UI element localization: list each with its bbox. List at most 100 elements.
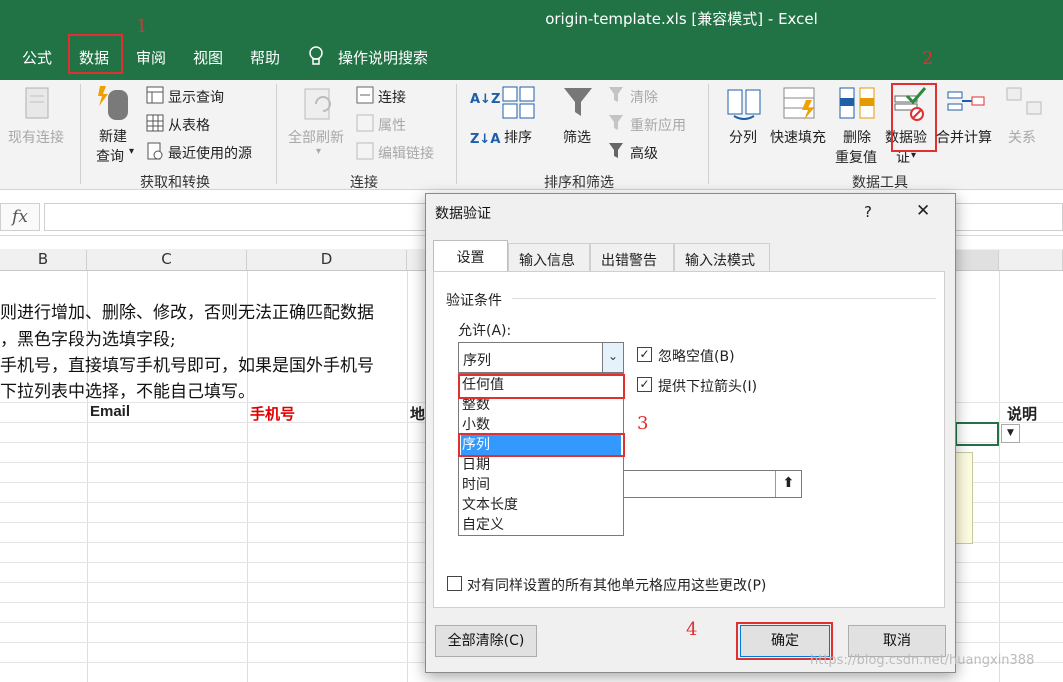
group-label-data-tools: 数据工具 bbox=[852, 175, 908, 191]
filter-icon bbox=[564, 88, 592, 116]
tell-me-search[interactable]: 操作说明搜索 bbox=[338, 47, 428, 68]
sort-za-icon[interactable]: Z↓A bbox=[470, 132, 500, 147]
annotation-3: 3 bbox=[637, 413, 649, 434]
refresh-all-button[interactable]: 全部刷新 bbox=[288, 127, 344, 147]
lightbulb-icon bbox=[309, 46, 323, 65]
annotation-4: 4 bbox=[686, 619, 698, 640]
instruction-line-4: 下拉列表中选择，不能自己填写。 bbox=[0, 382, 255, 402]
column-header-selected[interactable] bbox=[955, 250, 999, 270]
tab-review[interactable]: 审阅 bbox=[136, 47, 166, 68]
column-header-c[interactable]: C bbox=[87, 250, 247, 270]
list-item[interactable]: 自定义 bbox=[461, 515, 621, 535]
tab-error-alert[interactable]: 出错警告 bbox=[590, 243, 674, 271]
header-email[interactable]: Email bbox=[90, 403, 130, 420]
fx-icon[interactable]: fx bbox=[0, 203, 40, 231]
new-query-button[interactable]: 查询 bbox=[96, 146, 124, 166]
group-label-connections: 连接 bbox=[350, 175, 378, 191]
remove-duplicates-button[interactable]: 重复值 bbox=[835, 147, 877, 167]
filter-button[interactable]: 筛选 bbox=[563, 127, 591, 147]
annotation-2: 2 bbox=[922, 48, 934, 69]
tab-formulas[interactable]: 公式 bbox=[22, 47, 52, 68]
close-icon[interactable]: ✕ bbox=[916, 201, 930, 221]
clear-all-button[interactable]: 全部清除(C) bbox=[435, 625, 537, 657]
list-item[interactable]: 时间 bbox=[461, 475, 621, 495]
dropdown-arrow-label: 提供下拉箭头(I) bbox=[658, 379, 758, 395]
grid-line bbox=[999, 271, 1000, 682]
list-item[interactable]: 文本长度 bbox=[461, 495, 621, 515]
remove-duplicates-icon bbox=[839, 87, 875, 119]
list-item[interactable]: 小数 bbox=[461, 415, 621, 435]
clear-filter-icon bbox=[609, 87, 623, 102]
separator bbox=[80, 84, 81, 184]
grid-line bbox=[407, 271, 408, 682]
chevron-down-icon[interactable]: ⌄ bbox=[602, 343, 623, 372]
tab-settings[interactable]: 设置 bbox=[433, 240, 508, 272]
connections-icon bbox=[356, 86, 374, 104]
refresh-all-icon bbox=[304, 88, 331, 120]
grid-line bbox=[247, 271, 248, 682]
edit-links-button[interactable]: 编辑链接 bbox=[378, 143, 434, 163]
ignore-blank-label: 忽略空值(B) bbox=[658, 349, 735, 365]
grid-icon bbox=[146, 114, 164, 132]
header-phone[interactable]: 手机号 bbox=[250, 403, 295, 424]
properties-button[interactable]: 属性 bbox=[378, 115, 406, 135]
dropdown-arrow-checkbox[interactable]: ✓ bbox=[637, 377, 652, 392]
text-to-columns-button[interactable]: 分列 bbox=[729, 127, 757, 147]
header-address[interactable]: 地 bbox=[410, 403, 425, 424]
table-icon bbox=[146, 86, 164, 104]
cell-dropdown-icon[interactable]: ▼ bbox=[1001, 424, 1020, 443]
separator bbox=[456, 84, 457, 184]
advanced-button[interactable]: 高级 bbox=[630, 143, 658, 163]
consolidate-button[interactable]: 合并计算 bbox=[936, 127, 992, 147]
from-table-button[interactable]: 从表格 bbox=[168, 115, 210, 135]
tab-view[interactable]: 视图 bbox=[193, 47, 223, 68]
sort-dialog-icon bbox=[502, 86, 535, 119]
list-item[interactable]: 日期 bbox=[461, 455, 621, 475]
properties-icon bbox=[356, 114, 374, 132]
new-query-label: 新建 bbox=[99, 129, 127, 145]
flash-fill-button[interactable]: 快速填充 bbox=[770, 127, 826, 147]
annotation-1: 1 bbox=[136, 16, 148, 37]
chevron-down-icon: ▾ bbox=[316, 146, 322, 157]
edit-links-icon bbox=[356, 142, 374, 160]
group-label-get-transform: 获取和转换 bbox=[140, 175, 210, 191]
show-queries-button[interactable]: 显示查询 bbox=[168, 87, 224, 107]
tab-input-message[interactable]: 输入信息 bbox=[508, 243, 590, 271]
reapply-button[interactable]: 重新应用 bbox=[630, 115, 686, 135]
flash-fill-icon bbox=[783, 87, 815, 120]
instruction-line-2: ，黑色字段为选填字段; bbox=[0, 330, 176, 350]
sort-az-icon[interactable]: A↓Z bbox=[470, 92, 500, 107]
help-icon[interactable]: ? bbox=[864, 203, 872, 221]
clear-button[interactable]: 清除 bbox=[630, 87, 658, 107]
collapse-dialog-icon[interactable]: ⬆ bbox=[775, 471, 801, 497]
highlight-box-any-value bbox=[458, 374, 625, 399]
active-cell[interactable] bbox=[955, 422, 999, 446]
text-to-columns-icon bbox=[727, 89, 761, 120]
chevron-down-icon: ▾ bbox=[129, 146, 135, 157]
consolidate-icon bbox=[947, 91, 985, 111]
watermark: https://blog.csdn.net/huangxin388 bbox=[810, 653, 1035, 668]
connections-button[interactable]: 连接 bbox=[378, 87, 406, 107]
highlight-box-data-tab bbox=[68, 34, 123, 74]
sort-button[interactable]: 排序 bbox=[504, 127, 532, 147]
header-note[interactable]: 说明 bbox=[1007, 403, 1037, 424]
remove-duplicates-label: 删除 bbox=[843, 130, 871, 146]
relationships-icon bbox=[1006, 87, 1042, 115]
column-header-d[interactable]: D bbox=[247, 250, 407, 270]
dialog-title: 数据验证 bbox=[435, 206, 491, 222]
apply-all-checkbox[interactable] bbox=[447, 576, 462, 591]
allow-label: 允许(A): bbox=[458, 323, 512, 339]
instruction-line-1: 则进行增加、删除、修改，否则无法正确匹配数据 bbox=[0, 303, 374, 323]
recent-sources-button[interactable]: 最近使用的源 bbox=[168, 143, 252, 163]
recent-sources-icon bbox=[147, 142, 163, 160]
column-header-next[interactable] bbox=[999, 250, 1063, 270]
relationships-button[interactable]: 关系 bbox=[1008, 127, 1036, 147]
group-label-sort-filter: 排序和筛选 bbox=[544, 175, 614, 191]
tab-help[interactable]: 帮助 bbox=[250, 47, 280, 68]
column-header-b[interactable]: B bbox=[0, 250, 87, 270]
allow-select-value: 序列 bbox=[463, 353, 491, 369]
tab-ime-mode[interactable]: 输入法模式 bbox=[674, 243, 770, 271]
existing-connections-button[interactable]: 现有连接 bbox=[8, 127, 64, 147]
ignore-blank-checkbox[interactable]: ✓ bbox=[637, 347, 652, 362]
separator bbox=[708, 84, 709, 184]
